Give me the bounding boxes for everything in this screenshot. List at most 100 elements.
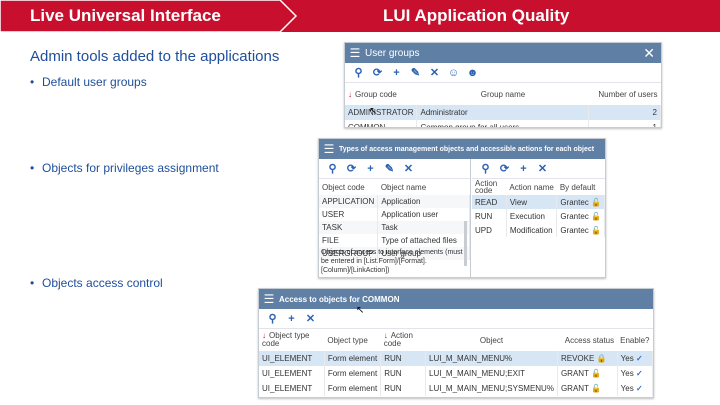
column-header-object[interactable]: Object xyxy=(426,329,558,351)
cell-group-name: Common group for all users xyxy=(416,120,590,127)
cell-object-type-code: UI_ELEMENT xyxy=(259,381,325,396)
cell-object-type: Form element xyxy=(324,381,382,396)
cell-object-name: Application user xyxy=(377,208,470,221)
cell-by-default: Grantec 🔓 xyxy=(556,223,605,237)
cell-action-code: READ xyxy=(472,195,507,209)
cell-group-code: COMMON xyxy=(345,120,418,127)
lock-icon[interactable]: 🔓 xyxy=(591,384,601,393)
column-header-object-code[interactable]: Object code xyxy=(319,179,378,195)
cell-number-users: 1 xyxy=(588,120,661,127)
table-row[interactable]: USER Application user xyxy=(319,208,470,221)
table-row[interactable]: UPD Modification Grantec 🔓 xyxy=(472,223,605,237)
column-header-object-type-code[interactable]: ↓ Object type code xyxy=(259,329,324,351)
column-header-number-users[interactable]: Number of users xyxy=(589,83,661,105)
table-row[interactable]: FILE Type of attached files xyxy=(319,234,470,247)
table-row[interactable]: UI_ELEMENT Form element RUN LUI_M_MAIN_M… xyxy=(259,351,653,366)
column-header-by-default[interactable]: By default xyxy=(557,179,605,195)
delete-icon[interactable]: ✕ xyxy=(425,66,444,79)
user-icon[interactable]: ☺ xyxy=(444,67,463,79)
check-icon[interactable]: ✓ xyxy=(636,354,643,363)
column-header-object-type[interactable]: Object type xyxy=(324,329,380,351)
edit-icon[interactable]: ✎ xyxy=(380,162,399,175)
lock-icon[interactable]: 🔓 xyxy=(591,369,601,378)
column-header-object-name[interactable]: Object name xyxy=(378,179,470,195)
check-icon[interactable]: ✓ xyxy=(636,369,643,378)
search-icon[interactable]: ⚲ xyxy=(263,312,282,325)
column-header-access-status[interactable]: Access status xyxy=(557,329,617,351)
actions-pane: ⚲ ⟳ + ✕ Action code Action name By defau… xyxy=(472,159,605,277)
lock-icon[interactable]: 🔓 xyxy=(591,198,601,207)
delete-icon[interactable]: ✕ xyxy=(399,162,418,175)
table-row[interactable]: READ View Grantec 🔓 xyxy=(472,195,605,209)
cell-group-name: Administrator xyxy=(416,105,590,120)
lock-icon[interactable]: 🔒 xyxy=(597,354,607,363)
cell-enable: Yes ✓ xyxy=(617,351,653,366)
search-icon[interactable]: ⚲ xyxy=(323,162,342,175)
cell-object: LUI_M_MAIN_MENU% xyxy=(425,351,558,366)
bullet-objects-access-control: Objects access control xyxy=(30,276,163,290)
delete-icon[interactable]: ✕ xyxy=(301,312,320,325)
add-icon[interactable]: + xyxy=(514,163,533,175)
users-icon[interactable]: ☻ xyxy=(463,67,482,79)
user-groups-titlebar: ☰ User groups ✕ xyxy=(345,43,661,63)
cell-object-name: Type of attached files xyxy=(377,234,470,247)
lock-icon[interactable]: 🔓 xyxy=(591,212,601,221)
cell-action-name: Modification xyxy=(506,223,558,237)
cell-access-status: REVOKE 🔒 xyxy=(557,351,618,366)
actions-toolbar: ⚲ ⟳ + ✕ xyxy=(472,159,605,179)
mouse-cursor-icon: ↖ xyxy=(369,106,378,117)
lock-icon[interactable]: 🔓 xyxy=(591,226,601,235)
refresh-icon[interactable]: ⟳ xyxy=(368,66,387,79)
table-row[interactable]: UI_ELEMENT Form element RUN LUI_M_MAIN_M… xyxy=(259,381,653,396)
close-icon[interactable]: ✕ xyxy=(643,45,655,62)
cell-action-name: View xyxy=(506,195,558,209)
table-row[interactable]: TASK Task xyxy=(319,221,470,234)
cell-object: LUI_M_MAIN_MENU;SYSMENU% xyxy=(425,381,558,396)
edit-icon[interactable]: ✎ xyxy=(406,66,425,79)
bullet-objects-privileges: Objects for privileges assignment xyxy=(30,161,219,175)
cell-group-code: ADMINISTRATOR xyxy=(345,105,418,120)
column-header-group-name[interactable]: Group name xyxy=(417,83,589,105)
cell-object: LUI_M_MAIN_MENU;EXIT xyxy=(425,366,558,381)
refresh-icon[interactable]: ⟳ xyxy=(342,162,361,175)
table-row[interactable]: RUN Execution Grantec 🔓 xyxy=(472,209,605,223)
cell-object-code: APPLICATION xyxy=(319,195,379,208)
column-header-group-code[interactable]: ↓ Group code xyxy=(345,83,417,105)
column-header-action-name[interactable]: Action name xyxy=(506,179,556,195)
table-row[interactable]: COMMON Common group for all users 1 xyxy=(345,120,661,127)
table-row[interactable]: UI_ELEMENT Form element RUN LUI_M_MAIN_M… xyxy=(259,366,653,381)
sort-icon: ↓ xyxy=(348,89,352,99)
access-title: Access to objects for COMMON xyxy=(279,294,400,304)
menu-icon[interactable]: ☰ xyxy=(345,46,365,60)
column-header-action-code[interactable]: ↓ Action code xyxy=(381,329,426,351)
check-icon[interactable]: ✓ xyxy=(636,384,643,393)
column-header-enable[interactable]: Enable? xyxy=(617,329,652,351)
access-titlebar: ☰ Access to objects for COMMON xyxy=(259,289,653,309)
search-icon[interactable]: ⚲ xyxy=(476,162,495,175)
objects-pane: ⚲ ⟳ + ✎ ✕ Object code Object name APPLIC… xyxy=(319,159,471,277)
access-table: ↓ Object type code Object type ↓ Action co… xyxy=(259,329,653,396)
table-row[interactable]: APPLICATION Application xyxy=(319,195,470,208)
menu-icon[interactable]: ☰ xyxy=(259,292,279,306)
cell-object-code: USER xyxy=(319,208,379,221)
refresh-icon[interactable]: ⟳ xyxy=(495,162,514,175)
cell-object-code: FILE xyxy=(319,234,379,247)
search-icon[interactable]: ⚲ xyxy=(349,66,368,79)
cell-access-status: GRANT 🔓 xyxy=(557,366,618,381)
cell-action-code: UPD xyxy=(472,223,507,237)
types-window: ☰ Types of access management objects and… xyxy=(318,138,606,278)
cell-object-type-code: UI_ELEMENT xyxy=(259,366,325,381)
cell-object-name: Task xyxy=(377,221,470,234)
add-icon[interactable]: + xyxy=(282,313,301,325)
cell-object-code: TASK xyxy=(319,221,379,234)
cell-action-code: RUN xyxy=(380,381,427,396)
column-header-action-code[interactable]: Action code xyxy=(472,179,506,195)
access-window: ☰ Access to objects for COMMON ⚲ + ✕ ↓ Ob… xyxy=(258,288,654,398)
add-icon[interactable]: + xyxy=(361,163,380,175)
table-header-row: ↓ Object type code Object type ↓ Action co… xyxy=(259,329,653,351)
menu-icon[interactable]: ☰ xyxy=(319,142,339,156)
table-header-row: Action code Action name By default xyxy=(472,179,605,195)
table-row[interactable]: ADMINISTRATOR Administrator 2 xyxy=(345,105,661,120)
delete-icon[interactable]: ✕ xyxy=(533,162,552,175)
add-icon[interactable]: + xyxy=(387,67,406,79)
